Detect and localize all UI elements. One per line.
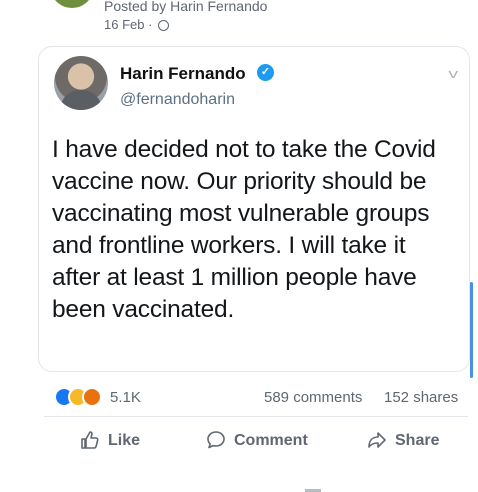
posted-by-text[interactable]: Posted by Harin Fernando xyxy=(104,0,267,14)
thumbs-up-icon xyxy=(81,431,99,449)
tweet-author-avatar[interactable] xyxy=(54,56,108,110)
scrollbar[interactable] xyxy=(470,282,473,378)
like-label: Like xyxy=(108,432,141,449)
post-meta: 16 Feb · xyxy=(104,17,170,32)
globe-icon xyxy=(158,20,170,31)
tweet-author-name[interactable]: Harin Fernando xyxy=(120,64,246,84)
chevron-down-icon[interactable]: v xyxy=(448,66,458,81)
comment-icon xyxy=(207,431,225,449)
reactions-count: 5.1K xyxy=(110,389,141,406)
divider xyxy=(44,416,468,417)
verified-badge-icon: ✓ xyxy=(257,64,274,81)
comment-label: Comment xyxy=(234,432,308,449)
shares-count[interactable]: 152 shares xyxy=(384,389,458,406)
page-avatar[interactable] xyxy=(50,0,94,8)
post-date[interactable]: 16 Feb xyxy=(104,17,144,32)
avatar-shirt xyxy=(60,90,102,110)
share-label: Share xyxy=(395,432,440,449)
angry-reaction-icon xyxy=(82,387,102,407)
meta-separator: · xyxy=(148,17,153,32)
comments-count[interactable]: 589 comments xyxy=(264,389,362,406)
share-icon xyxy=(368,432,386,448)
tweet-text: I have decided not to take the Covid vac… xyxy=(52,136,436,323)
post-header: Posted by Harin Fernando 16 Feb · xyxy=(0,0,478,40)
tweet-handle[interactable]: @fernandoharin xyxy=(120,91,235,109)
